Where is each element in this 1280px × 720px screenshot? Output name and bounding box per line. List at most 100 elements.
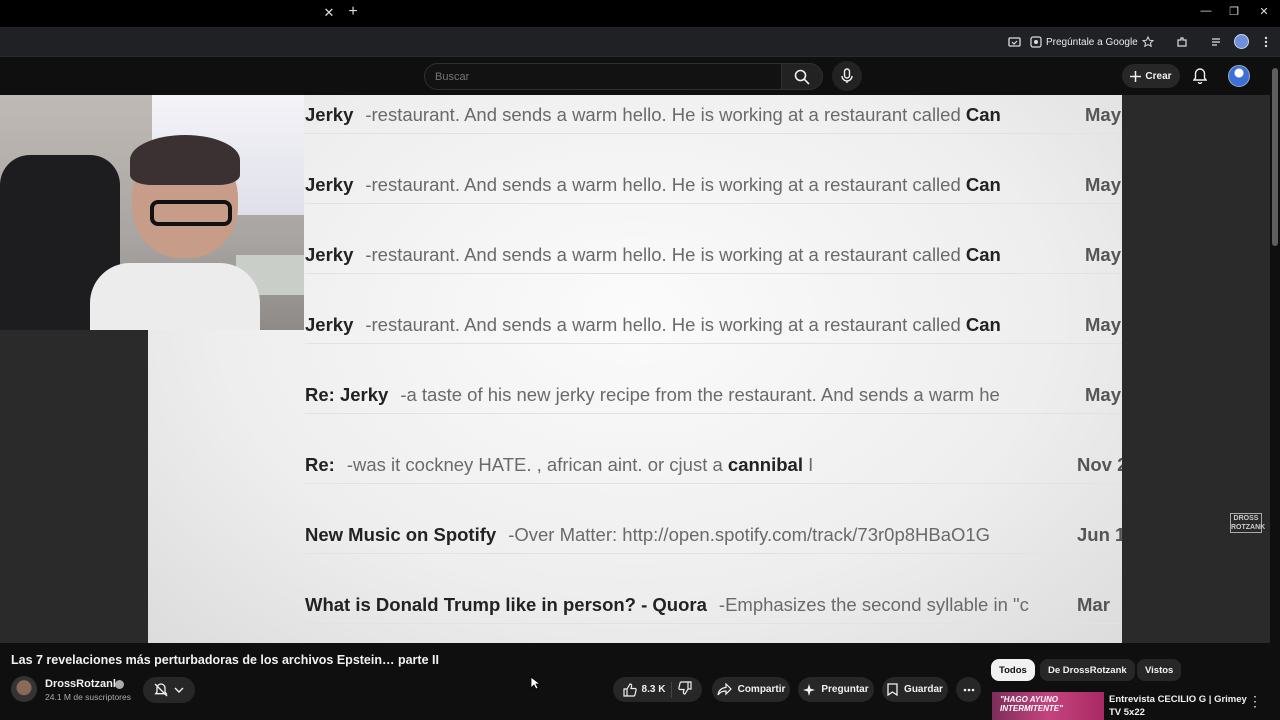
channel-watermark[interactable]: DROSS ROTZANK — [1230, 513, 1265, 533]
email-snippet-text: -restaurant. And sends a warm hello. He … — [365, 314, 966, 335]
minimize-window-icon[interactable]: — — [1198, 5, 1214, 21]
email-snippet: -restaurant. And sends a warm hello. He … — [365, 174, 1000, 195]
like-button[interactable]: 8.3 K — [622, 682, 665, 697]
email-row: Jerky -restaurant. And sends a warm hello… — [305, 244, 1122, 274]
channel-name[interactable]: DrossRotzank — [45, 678, 119, 690]
channel-avatar[interactable] — [11, 676, 37, 702]
email-sender: Jerky — [305, 104, 354, 125]
verified-icon — [115, 680, 124, 689]
email-row: Jerky -restaurant. And sends a warm hello… — [305, 314, 1122, 344]
video-title: Las 7 revelaciones más perturbadoras de … — [11, 653, 439, 667]
email-date: Jun 1 — [1077, 524, 1122, 545]
email-snippet: -restaurant. And sends a warm hello. He … — [365, 104, 1000, 125]
email-snippet: -restaurant. And sends a warm hello. He … — [365, 314, 1000, 335]
bookmark-star-icon[interactable] — [1140, 34, 1156, 50]
email-snippet-text: -Emphasizes the second syllable in "c — [718, 594, 1029, 615]
media-queue-icon[interactable] — [1209, 34, 1225, 50]
browser-toolbar: Pregúntale a Google — [0, 27, 1280, 57]
recommended-video-title[interactable]: Entrevista CECILIO G | Grimey TV 5x22 — [1109, 693, 1249, 719]
close-window-icon[interactable]: ✕ — [1256, 5, 1272, 21]
email-snippet-text: -restaurant. And sends a warm hello. He … — [365, 104, 966, 125]
email-sender: What is Donald Trump like in person? - Q… — [305, 594, 707, 615]
sparkle-icon — [803, 683, 816, 696]
subscriber-count: 24.1 M de suscriptores — [45, 692, 131, 702]
email-snippet-text: -a taste of his new jerky recipe from th… — [400, 384, 1000, 405]
browser-tab-bar: ✕ + — ❐ ✕ — [0, 0, 1280, 27]
share-button[interactable]: Compartir — [712, 677, 790, 702]
email-sender: New Music on Spotify — [305, 524, 497, 545]
bell-icon — [1193, 68, 1207, 84]
close-tab-icon[interactable]: ✕ — [322, 5, 336, 21]
page-scrollbar-thumb[interactable] — [1272, 68, 1278, 246]
create-button[interactable]: Crear — [1122, 64, 1180, 88]
account-avatar[interactable] — [1228, 65, 1250, 87]
cast-icon[interactable] — [1006, 34, 1022, 50]
email-snippet-text: -restaurant. And sends a warm hello. He … — [365, 244, 966, 265]
email-date: May — [1085, 384, 1121, 405]
share-icon — [716, 683, 732, 696]
email-snippet-bold: Can — [965, 244, 1001, 265]
subscription-notifications-button[interactable] — [143, 677, 195, 703]
ask-google-button[interactable]: Pregúntale a Google — [1030, 32, 1138, 52]
email-date: May — [1085, 244, 1121, 265]
email-sender: Re: — [305, 454, 335, 475]
chevron-down-icon — [174, 687, 184, 693]
browser-menu-icon[interactable] — [1258, 34, 1274, 50]
email-snippet-text: -was it cockney HATE. , african aint. or… — [346, 454, 728, 475]
youtube-header: Crear — [0, 57, 1280, 95]
more-horizontal-icon — [963, 688, 974, 691]
video-pillarbox-right — [1122, 95, 1270, 643]
email-snippet-bold: cannibal — [727, 454, 803, 475]
lens-icon — [1030, 36, 1042, 48]
like-dislike-group: 8.3 K — [613, 677, 702, 702]
search-input[interactable] — [425, 64, 781, 89]
email-date: Nov 2 — [1077, 454, 1122, 475]
email-snippet-tail: I — [802, 454, 814, 475]
email-sender: Jerky — [305, 244, 354, 265]
email-snippet-bold: Can — [965, 104, 1001, 125]
email-snippet: -restaurant. And sends a warm hello. He … — [365, 244, 1000, 265]
email-row: Jerky -restaurant. And sends a warm hello… — [305, 174, 1122, 204]
new-tab-icon[interactable]: + — [346, 3, 360, 21]
like-separator — [671, 681, 673, 698]
mouse-cursor-icon — [530, 676, 540, 690]
thumbnail-text: "HAGO AYUNO INTERMITENTE" — [1000, 695, 1063, 713]
search-button[interactable] — [781, 63, 823, 90]
email-snippet-text: -restaurant. And sends a warm hello. He … — [365, 174, 966, 195]
browser-profile-avatar[interactable] — [1234, 34, 1249, 49]
chip-watched[interactable]: Vistos — [1137, 659, 1182, 681]
recommended-video-thumbnail[interactable]: "HAGO AYUNO INTERMITENTE" — [992, 692, 1104, 720]
email-snippet: -was it cockney HATE. , african aint. or… — [347, 454, 813, 475]
email-date: May — [1085, 314, 1121, 335]
email-row: Re: -was it cockney HATE. , african aint.… — [305, 454, 1122, 484]
email-sender: Jerky — [305, 314, 354, 335]
bell-off-icon — [154, 683, 168, 697]
chip-all[interactable]: Todos — [991, 659, 1035, 681]
create-label: Crear — [1145, 70, 1172, 82]
voice-search-button[interactable] — [832, 61, 862, 91]
search-box[interactable] — [424, 63, 782, 90]
video-player[interactable]: Jerky -restaurant. And sends a warm hello… — [0, 95, 1270, 643]
thumbs-up-icon — [622, 682, 637, 697]
email-date: Mar — [1077, 594, 1110, 615]
chip-from-channel[interactable]: De DrossRotzank — [1040, 659, 1135, 681]
dislike-button[interactable] — [678, 681, 693, 698]
restore-window-icon[interactable]: ❐ — [1226, 5, 1242, 21]
extensions-icon[interactable] — [1174, 34, 1190, 50]
search-icon — [794, 69, 810, 85]
recommended-video-menu-icon[interactable]: ⋮ — [1248, 694, 1262, 710]
email-snippet: -Over Matter: http://open.spotify.com/tr… — [508, 524, 990, 545]
email-row: Jerky -restaurant. And sends a warm hello… — [305, 104, 1122, 134]
ask-button[interactable]: Preguntar — [798, 677, 874, 702]
plus-icon — [1130, 70, 1142, 82]
email-snippet-text: -Over Matter: http://open.spotify.com/tr… — [508, 524, 991, 545]
email-sender: Re: Jerky — [305, 384, 389, 405]
email-row: Re: Jerky -a taste of his new jerky recip… — [305, 384, 1122, 414]
save-button[interactable]: Guardar — [882, 677, 948, 702]
share-label: Compartir — [737, 684, 786, 695]
notifications-button[interactable] — [1190, 66, 1210, 86]
microphone-icon — [841, 68, 853, 83]
more-actions-button[interactable] — [956, 677, 981, 702]
email-date: May — [1085, 104, 1121, 125]
email-row: What is Donald Trump like in person? - Q… — [305, 594, 1122, 624]
